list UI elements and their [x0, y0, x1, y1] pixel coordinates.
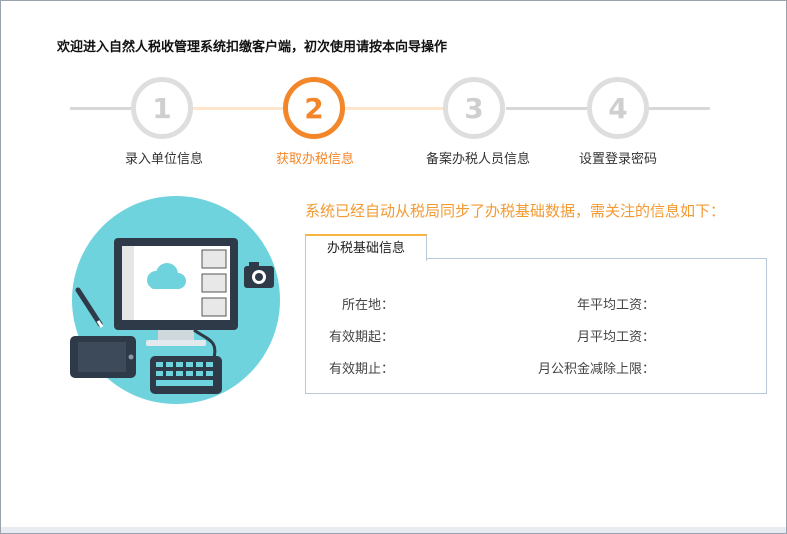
location-label: 所在地： — [341, 298, 394, 313]
tab-basic-tax-info[interactable]: 办税基础信息 — [305, 234, 427, 261]
annual-avg-wage-label: 年平均工资： — [576, 298, 655, 313]
step-3-label: 备案办税人员信息 — [425, 152, 531, 167]
monitor-icon — [114, 238, 238, 346]
sync-notice: 系统已经自动从税局同步了办税基础数据，需关注的信息如下： — [305, 202, 726, 220]
step-3-circle: 3 — [443, 77, 505, 139]
step-4-label: 设置登录密码 — [578, 152, 658, 167]
monthly-avg-wage-label: 月平均工资： — [576, 330, 655, 345]
housing-fund-cap-label: 月公积金减除上限： — [537, 362, 655, 377]
step-connector — [193, 107, 283, 110]
step-connector — [648, 107, 710, 110]
step-connector — [70, 107, 135, 110]
step-4-circle: 4 — [587, 77, 649, 139]
step-1-label: 录入单位信息 — [124, 152, 204, 167]
step-2-circle: 2 — [283, 77, 345, 139]
valid-to-label: 有效期止： — [328, 362, 394, 377]
step-2-label: 获取办税信息 — [275, 152, 355, 167]
bottom-strip — [1, 527, 786, 533]
computer-illustration — [68, 190, 288, 405]
valid-from-label: 有效期起： — [328, 330, 394, 345]
tablet-icon — [70, 336, 136, 378]
step-connector — [345, 107, 448, 110]
step-1-circle: 1 — [131, 77, 193, 139]
step-connector — [506, 107, 590, 110]
step-progress: 1 2 3 4 录入单位信息 获取办税信息 备案办税人员信息 设置登录密码 — [0, 0, 787, 180]
